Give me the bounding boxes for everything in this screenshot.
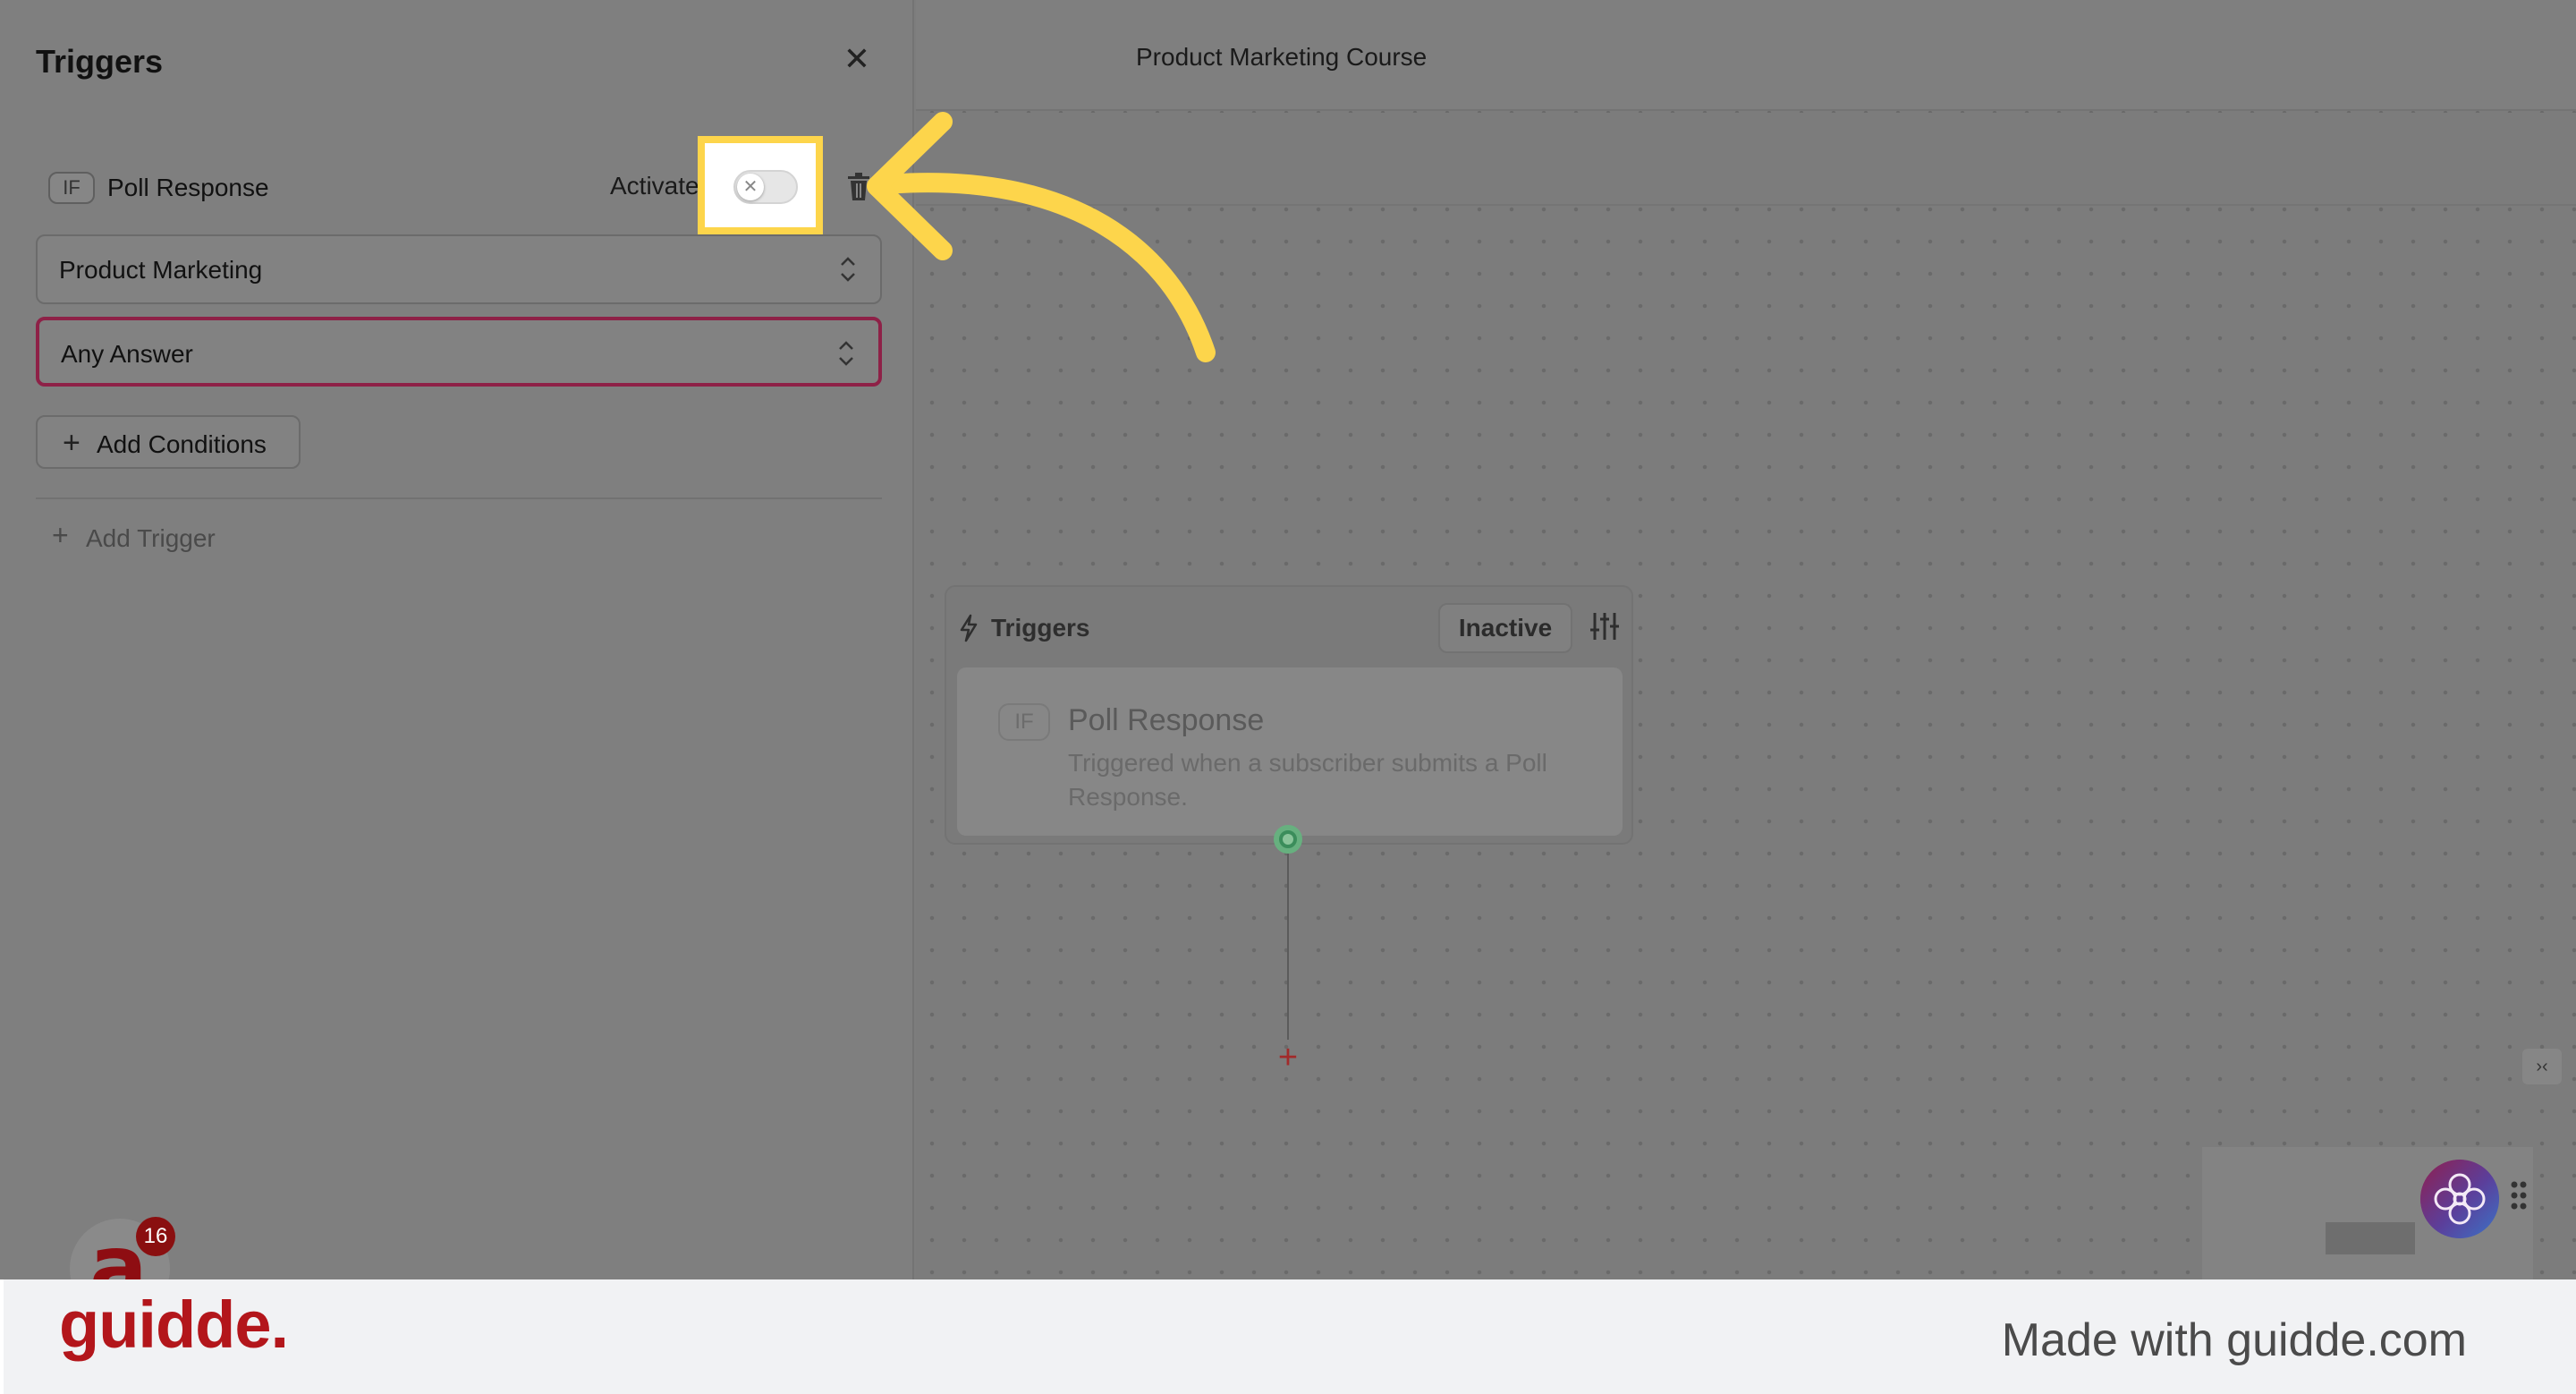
panel-title: Triggers	[36, 43, 164, 80]
trigger-card-description: Triggered when a subscriber submits a Po…	[1068, 749, 1547, 811]
close-icon[interactable]: ✕	[841, 43, 873, 75]
trigger-node[interactable]: Triggers Inactive IF Poll Response Trigg…	[945, 585, 1633, 845]
poll-select-value: Product Marketing	[59, 256, 263, 284]
node-title: Triggers	[991, 614, 1090, 642]
sliders-icon[interactable]	[1589, 610, 1621, 642]
top-header: Product Marketing Course	[916, 0, 2576, 111]
course-title: Product Marketing Course	[1136, 43, 1428, 71]
trigger-card[interactable]: IF Poll Response Triggered when a subscr…	[957, 667, 1623, 836]
poll-select[interactable]: Product Marketing	[36, 234, 882, 304]
annotation-arrow	[867, 112, 1216, 362]
guidde-logo: guidde.	[59, 1288, 289, 1362]
if-badge: IF	[998, 703, 1050, 741]
plus-icon[interactable]: +	[1272, 1041, 1304, 1075]
divider	[36, 497, 882, 499]
ai-assistant-icon[interactable]	[2420, 1160, 2499, 1238]
status-badge[interactable]: Inactive	[1438, 603, 1572, 653]
made-with-label: Made with guidde.com	[2001, 1314, 2467, 1366]
x-icon: ✕	[737, 174, 764, 200]
add-conditions-button[interactable]: + Add Conditions	[36, 415, 301, 469]
lightning-icon	[960, 614, 978, 642]
minimap-viewport	[2326, 1222, 2415, 1254]
plus-icon: +	[63, 426, 80, 460]
activate-toggle[interactable]: ✕	[733, 170, 798, 204]
add-conditions-label: Add Conditions	[97, 430, 267, 458]
connector-line	[1287, 854, 1289, 1040]
notification-badge: 16	[136, 1217, 175, 1256]
trigger-name: Poll Response	[107, 174, 269, 201]
if-badge: IF	[48, 172, 95, 204]
plus-icon: +	[52, 519, 69, 551]
drag-handle-icon[interactable]	[2510, 1179, 2528, 1211]
collapse-icon[interactable]: ›‹	[2522, 1049, 2562, 1084]
answer-select-value: Any Answer	[61, 340, 193, 368]
answer-select[interactable]: Any Answer	[36, 317, 882, 387]
add-trigger-label: Add Trigger	[86, 524, 216, 552]
trigger-card-title: Poll Response	[1068, 703, 1265, 737]
footer: guidde. Made with guidde.com	[0, 1279, 2576, 1394]
connector-handle[interactable]	[1274, 825, 1302, 854]
toggle-highlight: ✕	[698, 136, 823, 234]
